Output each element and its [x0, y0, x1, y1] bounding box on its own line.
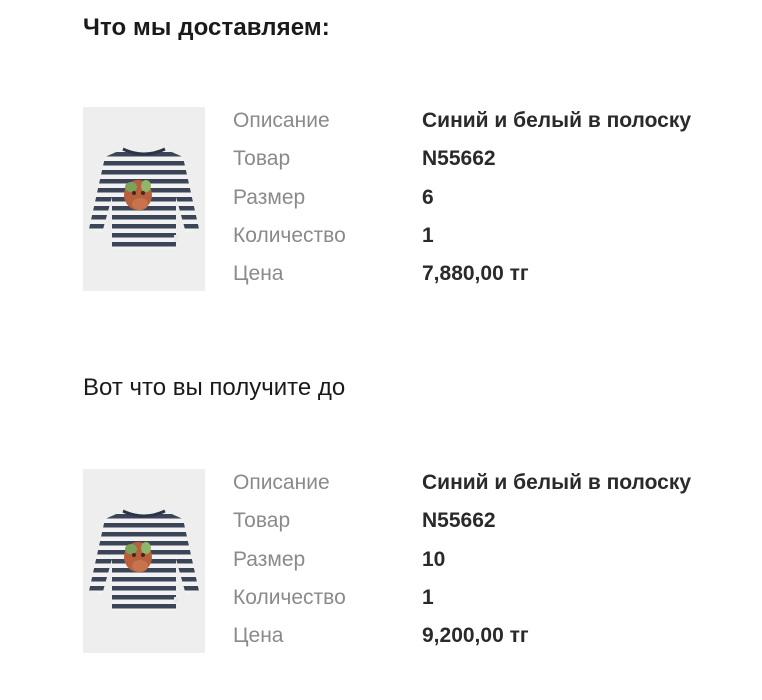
- delivered-section-title: Что мы доставляем:: [83, 14, 330, 41]
- row-value: Синий и белый в полоску: [422, 471, 692, 494]
- product-row-description: Описание Синий и белый в полоску: [233, 106, 713, 136]
- row-value: 7,880,00 тг: [422, 262, 529, 285]
- product-row-item: Товар N55662: [233, 506, 713, 536]
- row-label: Описание: [233, 471, 330, 494]
- row-label: Количество: [233, 586, 346, 609]
- product-row-price: Цена 9,200,00 тг: [233, 621, 713, 651]
- row-value: N55662: [422, 147, 496, 170]
- row-label: Количество: [233, 224, 346, 247]
- product-image[interactable]: [83, 469, 205, 653]
- received-section-title: Вот что вы получите до: [83, 374, 346, 401]
- product-row-quantity: Количество 1: [233, 583, 713, 613]
- row-label: Товар: [233, 147, 291, 170]
- row-label: Цена: [233, 624, 284, 647]
- row-value: 1: [422, 586, 434, 609]
- row-label: Размер: [233, 548, 306, 571]
- row-label: Размер: [233, 186, 306, 209]
- row-value: Синий и белый в полоску: [422, 109, 692, 132]
- product-image[interactable]: [83, 107, 205, 291]
- product-row-quantity: Количество 1: [233, 221, 713, 251]
- row-value: N55662: [422, 509, 496, 532]
- delivered-product-card: Описание Синий и белый в полоску Товар N…: [83, 107, 723, 291]
- row-label: Описание: [233, 109, 330, 132]
- row-value: 6: [422, 186, 434, 209]
- row-label: Товар: [233, 509, 291, 532]
- product-row-description: Описание Синий и белый в полоску: [233, 468, 713, 498]
- row-label: Цена: [233, 262, 284, 285]
- product-row-size: Размер 6: [233, 183, 713, 213]
- row-value: 1: [422, 224, 434, 247]
- row-value: 9,200,00 тг: [422, 624, 529, 647]
- striped-shirt-icon: [89, 147, 199, 249]
- row-value: 10: [422, 548, 446, 571]
- striped-shirt-icon: [89, 509, 199, 611]
- product-row-size: Размер 10: [233, 545, 713, 575]
- product-row-item: Товар N55662: [233, 144, 713, 174]
- received-product-card: Описание Синий и белый в полоску Товар N…: [83, 469, 723, 653]
- product-row-price: Цена 7,880,00 тг: [233, 259, 713, 289]
